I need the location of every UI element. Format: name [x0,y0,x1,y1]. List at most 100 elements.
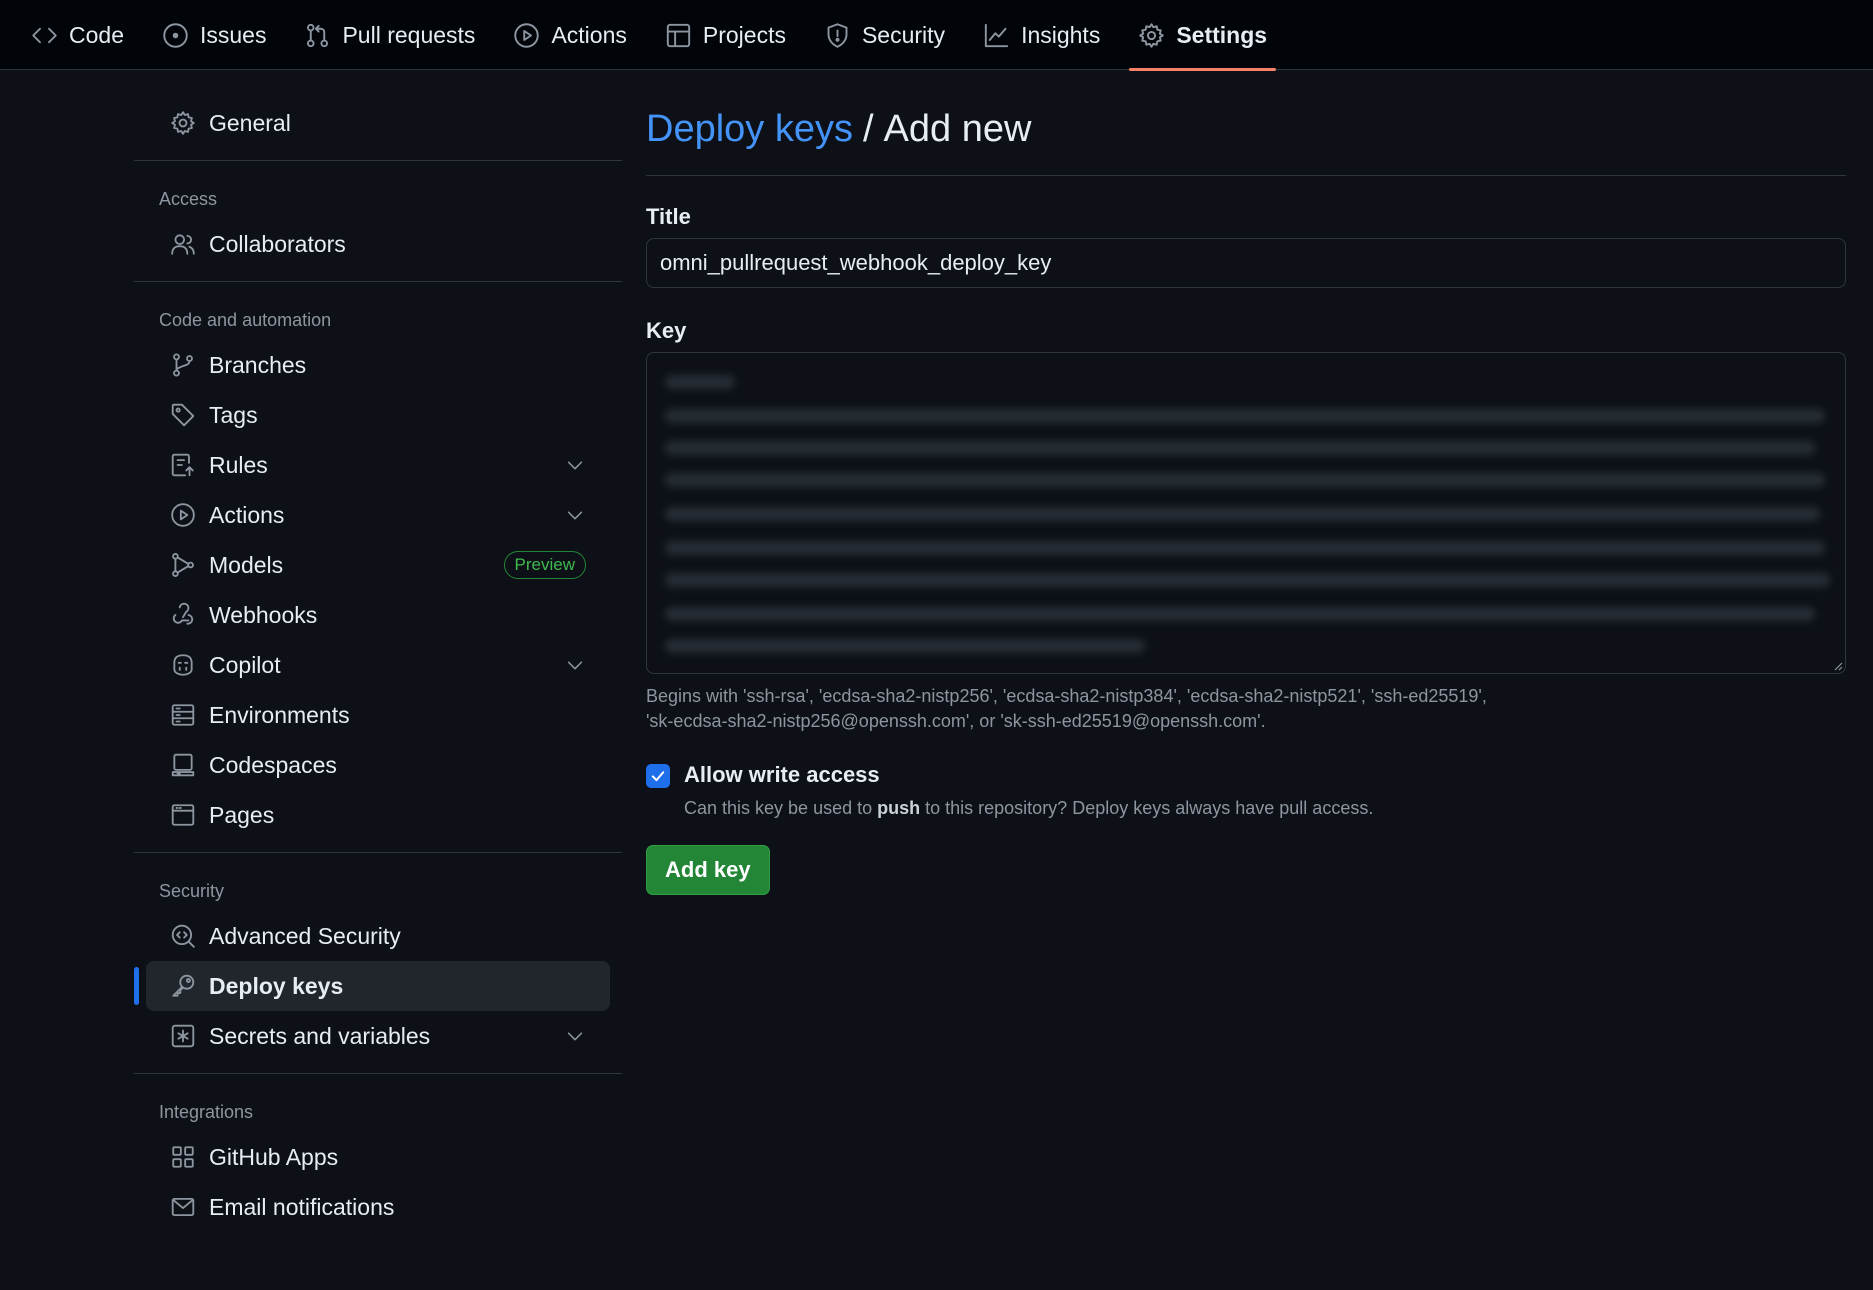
write-access-description: Can this key be used to push to this rep… [684,798,1373,819]
tab-settings[interactable]: Settings [1119,0,1286,71]
sidebar-item-environments[interactable]: Environments [146,690,610,740]
sidebar-item-label: Pages [209,801,275,828]
sidebar-item-branches[interactable]: Branches [146,340,610,390]
tab-code[interactable]: Code [12,0,143,70]
sidebar-item-collaborators[interactable]: Collaborators [146,219,610,269]
sidebar-item-label: Actions [209,501,285,528]
codespaces-icon [171,753,195,777]
browser-icon [171,804,195,826]
apps-icon [172,1146,194,1168]
tab-label: Pull requests [342,21,476,48]
sidebar-item-label: Secrets and variables [209,1022,431,1049]
key-label: Key [646,318,687,343]
blurred-key-text [665,639,1145,653]
sidebar-item-advanced-security[interactable]: Advanced Security [146,911,610,961]
tag-icon [171,403,195,427]
sidebar-item-label: Branches [209,351,307,378]
server-icon [171,704,195,726]
sidebar-item-label: Copilot [209,651,281,678]
blurred-key-text [665,441,1815,455]
sidebar-item-rules[interactable]: Rules [146,440,610,490]
tab-label: Projects [702,21,786,48]
key-icon [172,974,195,997]
key-format-hint-line: 'sk-ecdsa-sha2-nistp256@openssh.com', or… [646,711,1266,731]
sidebar-item-webhooks[interactable]: Webhooks [146,590,610,640]
sidebar-item-label: Codespaces [209,751,337,778]
sidebar-item-label: Rules [209,451,268,478]
chevron-down-icon[interactable] [564,454,586,476]
mail-icon [171,1197,195,1217]
branch-icon [173,353,193,377]
people-icon [171,234,195,255]
sidebar-item-label: Collaborators [209,230,346,257]
deploy-key-form: Deploy keys / Add new Title omni_pullreq… [646,70,1846,895]
gear-icon [171,111,195,135]
tab-label: Issues [199,21,267,48]
chevron-down-icon[interactable] [564,1025,586,1047]
sidebar-item-tags[interactable]: Tags [146,390,610,440]
sidebar-item-label: Deploy keys [209,972,344,999]
write-access-option: Allow write access Can this key be used … [646,762,1846,819]
add-key-button[interactable]: Add key [646,845,770,895]
title-input-value: omni_pullrequest_webhook_deploy_key [660,250,1052,275]
sidebar-item-deploy-keys[interactable]: Deploy keys [134,961,610,1011]
sidebar-item-actions[interactable]: Actions [146,490,610,540]
tab-insights[interactable]: Insights [964,0,1119,70]
sidebar-item-label: Models [209,551,284,578]
page-title: Add new [883,108,1032,150]
table-icon [666,23,691,47]
breadcrumb: Deploy keys / Add new [646,70,1846,176]
sidebar-item-label: General [209,109,291,136]
blurred-key-text [665,573,1830,587]
sidebar-item-label: Email notifications [209,1193,395,1220]
key-format-hint-line: Begins with 'ssh-rsa', 'ecdsa-sha2-nistp… [646,686,1487,706]
sidebar-group-title: Integrations [159,1101,254,1122]
tab-projects[interactable]: Projects [646,0,805,70]
sidebar-item-email-notifications[interactable]: Email notifications [146,1182,610,1232]
sidebar-item-pages[interactable]: Pages [146,790,610,840]
write-access-checkbox[interactable] [646,764,670,788]
tab-label: Code [69,21,124,48]
sidebar-item-codespaces[interactable]: Codespaces [146,740,610,790]
tab-security[interactable]: Security [805,0,964,70]
blurred-key-text [665,507,1820,521]
graph-icon [984,23,1009,47]
resize-handle-icon[interactable] [1831,659,1843,671]
blurred-key-text [665,409,1825,423]
models-icon [172,553,194,577]
tab-actions[interactable]: Actions [494,0,645,70]
blurred-key-text [665,473,1825,487]
blurred-key-text [665,607,1815,621]
rules-icon [171,453,194,477]
webhook-icon [172,602,194,625]
sidebar-item-label: GitHub Apps [209,1143,339,1170]
key-textarea[interactable] [646,352,1846,674]
key-format-hint: Begins with 'ssh-rsa', 'ecdsa-sha2-nistp… [646,684,1846,734]
title-input[interactable]: omni_pullrequest_webhook_deploy_key [646,238,1846,288]
write-access-desc-text: Can this key be used to [684,798,878,818]
sidebar-group-title: Access [159,188,218,209]
settings-sidebar: General Access Collaborators Code and au… [134,70,622,1232]
write-access-desc-bold: push [877,798,921,818]
preview-badge: Preview [503,551,586,579]
sidebar-item-copilot[interactable]: Copilot [146,640,610,690]
write-access-label[interactable]: Allow write access [684,762,1373,788]
chevron-down-icon[interactable] [564,654,586,676]
copilot-icon [173,654,193,676]
sidebar-item-secrets-and-variables[interactable]: Secrets and variables [146,1011,610,1061]
gear-icon [1139,22,1165,48]
breadcrumb-separator: / [862,108,874,150]
sidebar-item-github-apps[interactable]: GitHub Apps [146,1132,610,1182]
breadcrumb-deploy-keys-link[interactable]: Deploy keys [646,108,853,151]
play-icon [171,503,195,527]
sidebar-item-models[interactable]: Models Preview [146,540,610,590]
code-icon [32,27,57,43]
tab-label: Settings [1176,21,1268,48]
tab-issues[interactable]: Issues [143,0,285,70]
tab-pull-requests[interactable]: Pull requests [285,0,494,70]
sidebar-item-label: Webhooks [209,601,318,628]
check-icon [651,771,665,782]
sidebar-item-label: Environments [209,701,350,728]
sidebar-item-general[interactable]: General [146,98,610,148]
chevron-down-icon[interactable] [564,504,586,526]
